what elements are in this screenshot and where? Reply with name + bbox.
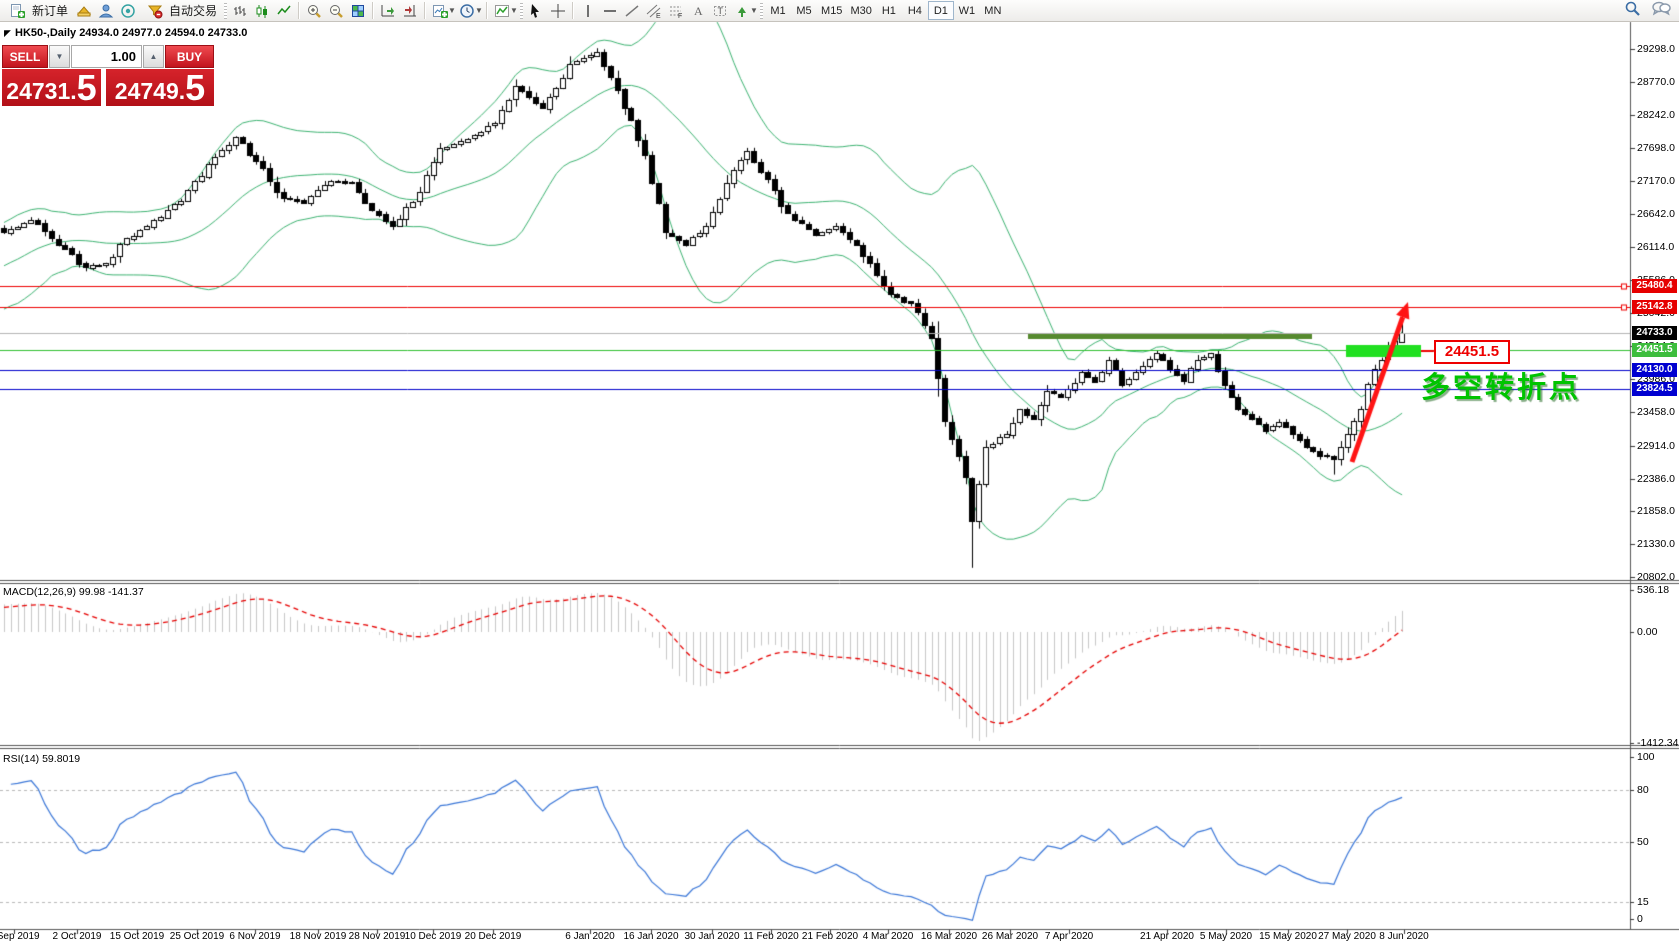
chart-canvas[interactable] xyxy=(0,0,1679,943)
chart-candles-icon[interactable] xyxy=(251,1,273,21)
toolbar-separator xyxy=(486,2,488,19)
chart-shift-icon[interactable] xyxy=(399,1,421,21)
sell-price-display[interactable]: 24731.5 xyxy=(2,69,101,106)
crosshair-icon[interactable] xyxy=(547,1,569,21)
symbol-ohlc-line: HK50-,Daily 24934.0 24977.0 24594.0 2473… xyxy=(15,27,247,39)
chart-bars-icon[interactable] xyxy=(229,1,251,21)
volume-increase-button[interactable]: ▲ xyxy=(143,45,164,68)
text-label-tool-icon[interactable]: T xyxy=(709,1,731,21)
svg-text:F: F xyxy=(678,13,682,19)
signals-icon[interactable] xyxy=(117,1,139,21)
new-order-icon xyxy=(7,1,29,21)
toolbar: 新订单 自动交易 xyxy=(0,0,1679,22)
zoom-out-icon[interactable] xyxy=(325,1,347,21)
timeframe-M5[interactable]: M5 xyxy=(791,1,817,20)
arrows-dropdown-icon[interactable]: ▼ xyxy=(750,6,758,15)
auto-scroll-icon[interactable] xyxy=(377,1,399,21)
text-tool-icon[interactable]: A xyxy=(687,1,709,21)
timeframe-M15[interactable]: M15 xyxy=(817,1,846,20)
zoom-in-icon[interactable] xyxy=(303,1,325,21)
toolbar-separator xyxy=(298,2,300,19)
tile-windows-icon[interactable] xyxy=(347,1,369,21)
search-icon[interactable] xyxy=(1624,0,1641,22)
volume-input[interactable]: 1.00 xyxy=(71,45,142,68)
toolbar-separator xyxy=(424,2,426,19)
toolbar-separator xyxy=(372,2,374,19)
vertical-line-tool-icon[interactable] xyxy=(577,1,599,21)
sell-button[interactable]: SELL xyxy=(2,45,48,68)
horizontal-line-tool-icon[interactable] xyxy=(599,1,621,21)
toolbar-grip xyxy=(520,3,523,19)
svg-text:T: T xyxy=(718,6,724,16)
sell-price-main: 24731 xyxy=(6,79,70,104)
auto-trading-button[interactable]: 自动交易 xyxy=(139,1,222,21)
timeframe-MN[interactable]: MN xyxy=(980,1,1006,20)
toolbar-grip xyxy=(224,3,227,19)
trendline-tool-icon[interactable] xyxy=(621,1,643,21)
svg-text:A: A xyxy=(694,4,703,18)
buy-price-main: 24749 xyxy=(115,79,179,104)
timeframe-M30[interactable]: M30 xyxy=(846,1,875,20)
trading-platform-window: 新订单 自动交易 xyxy=(0,0,1679,943)
new-order-button[interactable]: 新订单 xyxy=(2,1,73,21)
svg-text:E: E xyxy=(656,13,661,19)
sell-price-frac: 5 xyxy=(77,72,97,104)
toolbar-separator xyxy=(572,2,574,19)
one-click-trading-panel: SELL ▼ 1.00 ▲ BUY 24731.5 24749.5 xyxy=(2,45,214,106)
timeframe-group: M1M5M15M30H1H4D1W1MN xyxy=(765,1,1006,21)
fibonacci-tool-icon[interactable]: F xyxy=(665,1,687,21)
profiles-icon[interactable] xyxy=(73,1,95,21)
auto-trading-label: 自动交易 xyxy=(169,2,217,19)
timeframe-H1[interactable]: H1 xyxy=(876,1,902,20)
market-watch-icon[interactable] xyxy=(95,1,117,21)
timeframe-H4[interactable]: H4 xyxy=(902,1,928,20)
chart-shift-marker-icon: ◤ xyxy=(4,28,11,39)
timeframe-W1[interactable]: W1 xyxy=(954,1,980,20)
chart-line-icon[interactable] xyxy=(273,1,295,21)
volume-decrease-button[interactable]: ▼ xyxy=(49,45,70,68)
new-order-label: 新订单 xyxy=(32,2,68,19)
periods-dropdown-icon[interactable]: ▼ xyxy=(475,6,483,15)
toolbar-grip xyxy=(760,3,763,19)
cursor-icon[interactable] xyxy=(525,1,547,21)
timeframe-D1[interactable]: D1 xyxy=(928,1,954,20)
chat-icon[interactable] xyxy=(1651,0,1671,21)
indicators-dropdown-icon[interactable]: ▼ xyxy=(510,6,518,15)
auto-trading-icon xyxy=(144,1,166,21)
new-chart-dropdown-icon[interactable]: ▼ xyxy=(448,6,456,15)
equidistant-channel-tool-icon[interactable]: E xyxy=(643,1,665,21)
timeframe-M1[interactable]: M1 xyxy=(765,1,791,20)
buy-price-display[interactable]: 24749.5 xyxy=(106,69,214,106)
buy-price-frac: 5 xyxy=(185,72,205,104)
buy-button[interactable]: BUY xyxy=(165,45,214,68)
